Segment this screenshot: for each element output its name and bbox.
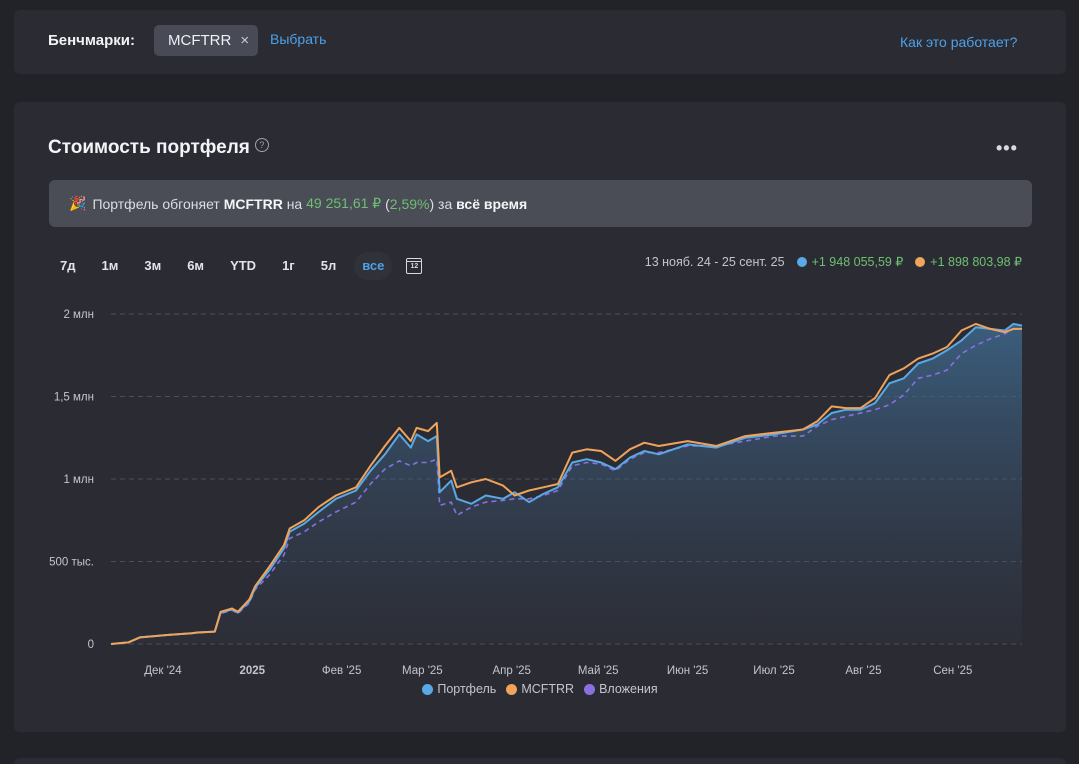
next-card [14, 758, 1066, 764]
y-tick-label: 1 млн [63, 474, 94, 486]
benchmarks-label: Бенчмарки: [48, 32, 136, 49]
close-icon[interactable]: × [240, 32, 249, 49]
how-it-works-link[interactable]: Как это работает? [900, 34, 1017, 50]
legend-label: MCFTRR [521, 682, 575, 696]
x-tick-label: Авг '25 [845, 665, 881, 677]
legend-item-portfolio[interactable]: Портфель [422, 682, 496, 696]
y-tick-label: 1,5 млн [54, 392, 94, 404]
portfolio-area [111, 323, 1022, 644]
legend-dot-icon [584, 683, 596, 695]
benchmark-chip[interactable]: MCFTRR × [154, 25, 258, 56]
x-tick-label: Дек '24 [144, 665, 182, 677]
x-tick-label: Июл '25 [753, 665, 795, 677]
chart-legend: Портфель MCFTRR Вложения [14, 682, 1066, 696]
x-tick-label: 2025 [239, 665, 265, 677]
portfolio-card: Стоимость портфеля? ••• 🎉 Портфель обгон… [14, 102, 1066, 732]
legend-item-benchmark[interactable]: MCFTRR [506, 682, 574, 696]
legend-dot-icon [506, 683, 518, 695]
y-tick-label: 500 тыс. [49, 557, 94, 569]
x-tick-label: Фев '25 [322, 665, 361, 677]
x-tick-label: Апр '25 [492, 665, 530, 677]
legend-dot-icon [422, 683, 434, 695]
choose-benchmark-link[interactable]: Выбрать [270, 31, 326, 47]
y-tick-label: 2 млн [63, 309, 94, 321]
x-tick-label: Мар '25 [402, 665, 443, 677]
legend-label: Портфель [437, 682, 497, 696]
x-tick-label: Май '25 [578, 665, 619, 677]
x-tick-label: Сен '25 [933, 665, 972, 677]
legend-label: Вложения [599, 682, 658, 696]
legend-item-investments[interactable]: Вложения [584, 682, 658, 696]
portfolio-chart[interactable]: 0 500 тыс. 1 млн 1,5 млн 2 млн Дек '24 2025 Фев… [14, 102, 1066, 702]
y-tick-label: 0 [88, 639, 94, 651]
x-tick-label: Июн '25 [667, 665, 708, 677]
benchmark-chip-label: MCFTRR [168, 32, 232, 49]
benchmarks-card: Бенчмарки: MCFTRR × Выбрать Как это рабо… [14, 10, 1066, 74]
